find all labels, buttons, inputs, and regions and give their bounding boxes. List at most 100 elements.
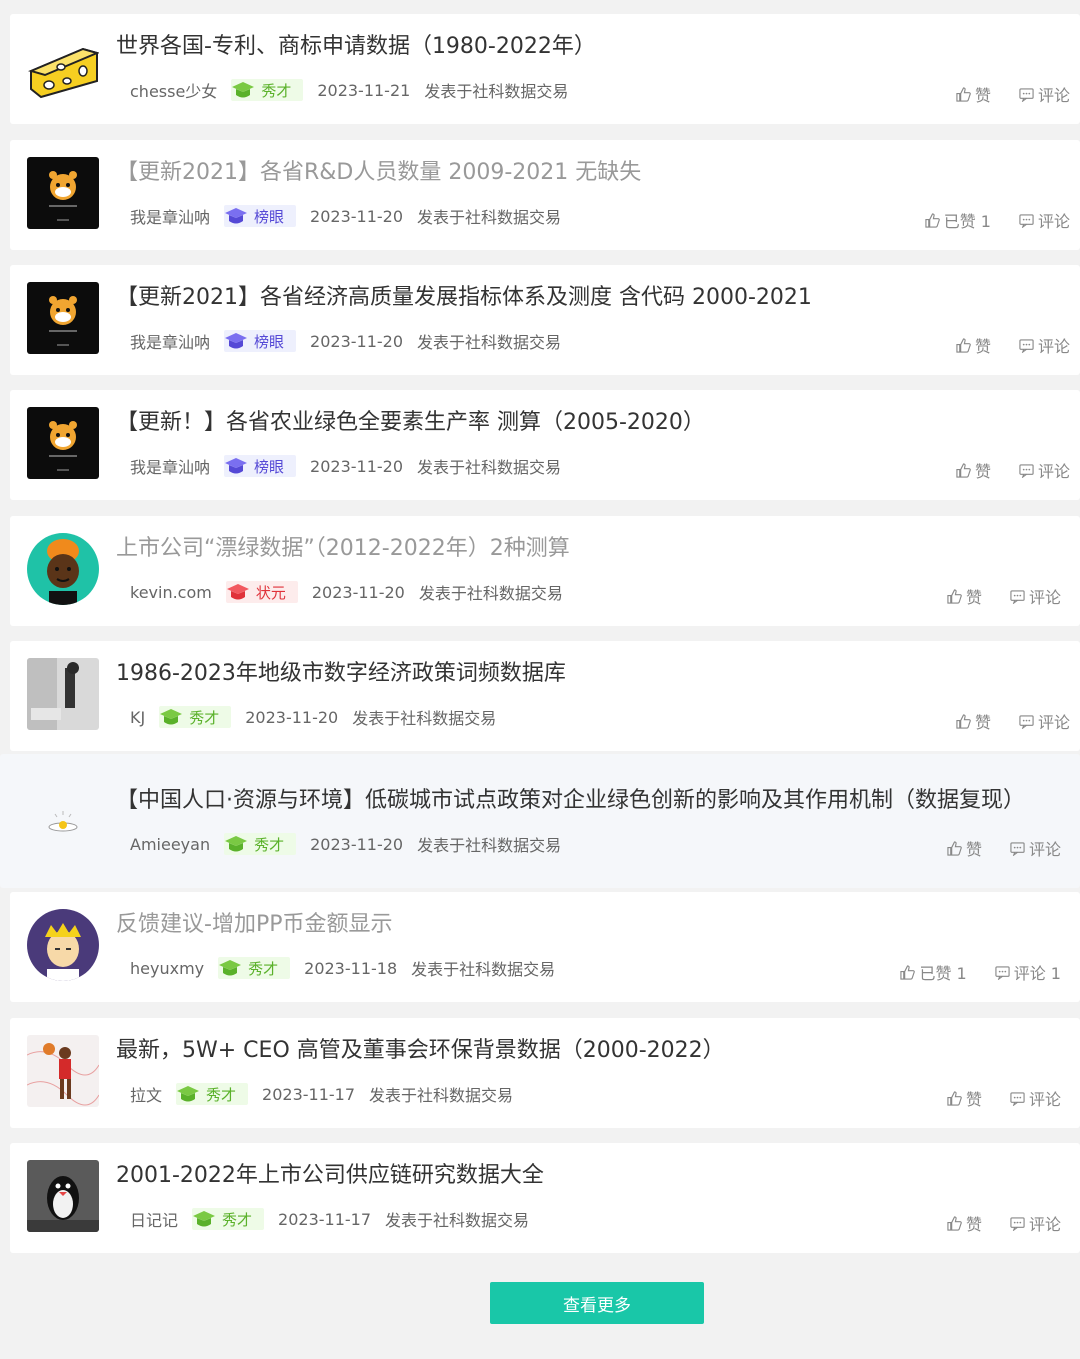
cheese-avatar[interactable] [27,31,99,103]
comment-icon [1010,1216,1025,1231]
rank-badge: 秀才 [224,833,297,855]
comment-button[interactable]: 评论 [1010,1211,1061,1235]
like-button[interactable]: 赞 [956,458,991,482]
post-card[interactable]: 1986-2023年地级市数字经济政策词频数据库 KJ 秀才 2023-11-2… [10,641,1080,751]
author-name[interactable]: 我是章汕呐 [130,204,210,228]
like-button[interactable]: 赞 [956,709,991,733]
post-date: 2023-11-20 [310,456,404,476]
egg-avatar[interactable] [27,785,99,857]
author-name[interactable]: heyuxmy [130,959,204,978]
like-button[interactable]: 已赞 1 [900,960,967,984]
tiger-avatar[interactable] [27,407,99,479]
comment-label: 评论 [1028,1090,1061,1109]
post-card[interactable]: 最新，5W+ CEO 高管及董事会环保背景数据（2000-2022） 拉文 秀才… [10,1018,1080,1128]
tiger-avatar[interactable] [27,157,99,229]
post-source: 发表于社科数据交易 [424,82,569,101]
post-card[interactable]: 世界各国-专利、商标申请数据（1980-2022年） chesse少女 秀才 2… [10,14,1080,124]
post-card[interactable]: 【更新！】各省农业绿色全要素生产率 测算（2005-2020） 我是章汕呐 榜眼… [10,390,1080,500]
post-title[interactable]: 【更新！】各省农业绿色全要素生产率 测算（2005-2020） [116,408,1060,438]
comment-icon [1019,338,1034,353]
graduation-cap-icon [160,709,183,725]
post-title[interactable]: 世界各国-专利、商标申请数据（1980-2022年） [116,32,1060,62]
graduation-cap-icon [177,1086,200,1102]
like-button[interactable]: 赞 [956,333,991,357]
author-name[interactable]: 拉文 [130,1082,162,1106]
post-source: 发表于社科数据交易 [417,208,562,227]
comment-icon [1019,87,1034,102]
post-date: 2023-11-17 [278,1209,372,1229]
like-button[interactable]: 赞 [956,82,991,106]
author-name[interactable]: 我是章汕呐 [130,454,210,478]
comment-button[interactable]: 评论 [1019,458,1070,482]
tiger-avatar[interactable] [27,282,99,354]
post-title[interactable]: 2001-2022年上市公司供应链研究数据大全 [116,1161,1060,1191]
comment-button[interactable]: 评论 [1019,333,1070,357]
post-title[interactable]: 最新，5W+ CEO 高管及董事会环保背景数据（2000-2022） [116,1036,1060,1066]
like-button[interactable]: 赞 [947,836,982,860]
post-card[interactable]: 上市公司“漂绿数据”（2012-2022年）2种测算 kevin.com 状元 … [10,516,1080,626]
comment-button[interactable]: 评论 [1019,82,1070,106]
load-more-button[interactable]: 查看更多 [490,1282,704,1324]
comment-icon [1019,213,1034,228]
comment-button[interactable]: 评论 [1019,208,1070,232]
author-name[interactable]: kevin.com [130,583,212,602]
author-name[interactable]: 日记记 [130,1207,178,1231]
author-name[interactable]: KJ [130,708,145,727]
face-avatar[interactable] [27,533,99,605]
thumbs-up-icon [956,86,971,102]
like-label: 赞 [965,1215,982,1234]
graduation-cap-icon [232,82,255,98]
rank-label: 秀才 [222,1210,253,1229]
comment-button[interactable]: 评论 1 [995,960,1061,984]
comment-button[interactable]: 评论 [1019,709,1070,733]
author-name[interactable]: chesse少女 [130,78,217,102]
graduation-cap-icon [193,1211,216,1227]
post-date: 2023-11-20 [310,834,404,854]
author-name[interactable]: Amieeyan [130,835,210,854]
thumbs-up-icon [947,588,962,604]
post-card[interactable]: 【更新2021】各省经济高质量发展指标体系及测度 含代码 2000-2021 我… [10,265,1080,375]
like-label: 已赞 1 [919,964,967,983]
post-title[interactable]: 1986-2023年地级市数字经济政策词频数据库 [116,659,1060,689]
post-card[interactable]: 2001-2022年上市公司供应链研究数据大全 日记记 秀才 2023-11-1… [10,1143,1080,1253]
post-actions: 赞 评论 [928,333,1070,357]
thumbs-up-icon [956,337,971,353]
comment-button[interactable]: 评论 [1010,584,1061,608]
post-actions: 赞 评论 [919,836,1061,860]
post-meta: 我是章汕呐 榜眼 2023-11-20 发表于社科数据交易 [130,454,561,478]
post-actions: 赞 评论 [919,1211,1061,1235]
post-title[interactable]: 【更新2021】各省R&D人员数量 2009-2021 无缺失 [116,158,1060,188]
author-name[interactable]: 我是章汕呐 [130,329,210,353]
rank-label: 榜眼 [254,207,285,226]
post-actions: 赞 评论 [928,458,1070,482]
post-date: 2023-11-20 [245,707,339,727]
thumbs-up-icon [956,462,971,478]
like-button[interactable]: 赞 [947,1211,982,1235]
graduation-cap-icon [225,208,248,224]
basketball-avatar[interactable] [27,1035,99,1107]
like-button[interactable]: 已赞 1 [925,208,991,232]
cartoon-avatar[interactable] [27,909,99,981]
comment-button[interactable]: 评论 [1010,836,1061,860]
like-button[interactable]: 赞 [947,1086,982,1110]
post-card[interactable]: 【中国人口·资源与环境】低碳城市试点政策对企业绿色创新的影响及其作用机制（数据复… [0,754,1080,888]
post-date: 2023-11-20 [310,331,404,351]
comment-button[interactable]: 评论 [1010,1086,1061,1110]
post-title[interactable]: 【更新2021】各省经济高质量发展指标体系及测度 含代码 2000-2021 [116,283,1060,313]
post-title[interactable]: 反馈建议-增加PP币金额显示 [116,910,1060,940]
post-source: 发表于社科数据交易 [417,333,562,352]
post-meta: 日记记 秀才 2023-11-17 发表于社科数据交易 [130,1207,529,1231]
post-card[interactable]: 反馈建议-增加PP币金额显示 heyuxmy 秀才 2023-11-18 发表于… [10,892,1080,1002]
post-date: 2023-11-17 [262,1084,356,1104]
post-card[interactable]: 【更新2021】各省R&D人员数量 2009-2021 无缺失 我是章汕呐 榜眼… [10,140,1080,250]
post-meta: 我是章汕呐 榜眼 2023-11-20 发表于社科数据交易 [130,204,561,228]
graduation-cap-icon [225,836,248,852]
rank-badge: 秀才 [218,957,291,979]
rank-label: 榜眼 [254,457,285,476]
penguin-avatar[interactable] [27,1160,99,1232]
like-button[interactable]: 赞 [947,584,982,608]
post-title[interactable]: 【中国人口·资源与环境】低碳城市试点政策对企业绿色创新的影响及其作用机制（数据复… [116,786,1060,816]
post-meta: chesse少女 秀才 2023-11-21 发表于社科数据交易 [130,78,568,102]
photo-avatar[interactable] [27,658,99,730]
post-title[interactable]: 上市公司“漂绿数据”（2012-2022年）2种测算 [116,534,1060,564]
